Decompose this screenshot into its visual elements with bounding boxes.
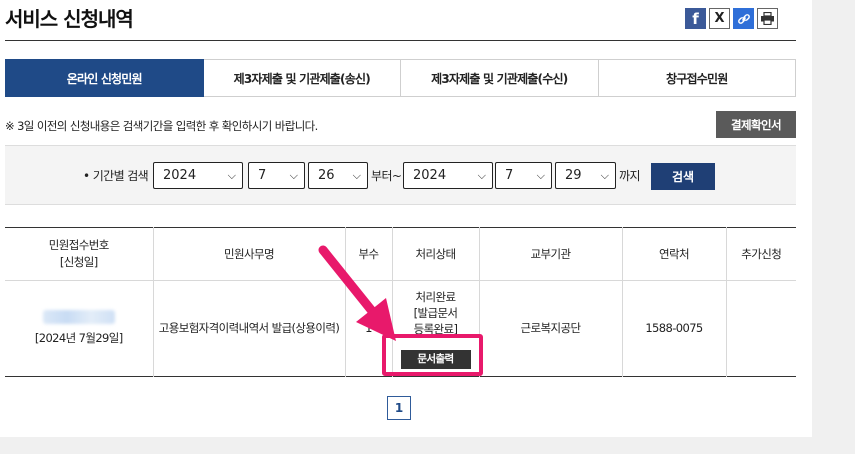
bullet-icon: •	[83, 169, 93, 183]
to-day-value: 29	[565, 168, 582, 183]
tab-bar: 온라인 신청민원 제3자제출 및 기관제출(송신) 제3자제출 및 기관제출(수…	[5, 59, 796, 97]
tab-counter-applications[interactable]: 창구접수민원	[598, 59, 796, 97]
payment-receipt-button[interactable]: 결제확인서	[716, 111, 796, 138]
from-month-select[interactable]: 7 ⌵	[248, 162, 305, 189]
tab-third-party-sent[interactable]: 제3자제출 및 기관제출(송신)	[203, 59, 401, 97]
table-header-row: 민원접수번호 [신청일] 민원사무명 부수 처리상태 교부기관 연락처 추가신청	[5, 227, 796, 281]
header-extra-request: 추가신청	[726, 227, 796, 281]
chevron-down-icon: ⌵	[289, 169, 298, 182]
to-day-select[interactable]: 29 ⌵	[555, 162, 616, 189]
period-search-label-text: 기간별 검색	[92, 169, 149, 183]
status-line2: [발급문서	[413, 306, 458, 320]
receipt-number-cell: [2024년 7월29일]	[5, 280, 154, 377]
period-search-box: • 기간별 검색 2024 ⌵ 7 ⌵ 26 ⌵ 부터~ 2024 ⌵ 7 ⌵ …	[5, 145, 796, 205]
from-month-value: 7	[258, 168, 267, 183]
agency-cell: 근로복지공단	[479, 280, 623, 377]
from-year-value: 2024	[163, 168, 197, 183]
status-line1: 처리완료	[415, 290, 457, 304]
period-search-label: • 기간별 검색	[83, 167, 149, 184]
to-year-select[interactable]: 2024 ⌵	[403, 162, 493, 189]
chevron-down-icon: ⌵	[227, 169, 236, 182]
header-status: 처리상태	[392, 227, 480, 281]
tab-third-party-received[interactable]: 제3자제출 및 기관제출(수신)	[401, 59, 599, 97]
to-year-value: 2024	[413, 168, 447, 183]
header-receipt-number-line1: 민원접수번호	[48, 238, 109, 252]
notice-text: ※ 3일 이전의 신청내용은 검색기간을 입력한 후 확인하시기 바랍니다.	[5, 119, 318, 133]
to-month-select[interactable]: 7 ⌵	[495, 162, 552, 189]
chevron-down-icon: ⌵	[536, 169, 545, 182]
chevron-down-icon: ⌵	[477, 169, 486, 182]
redacted-receipt-number	[42, 310, 115, 324]
title-divider	[5, 40, 796, 41]
page-title: 서비스 신청내역	[5, 7, 134, 31]
application-date: [2024년 7월29일]	[34, 331, 123, 345]
from-day-select[interactable]: 26 ⌵	[308, 162, 368, 189]
header-copies: 부수	[345, 227, 393, 281]
share-toolbar: f X	[685, 8, 778, 29]
link-glyph	[737, 13, 750, 24]
header-contact: 연락처	[622, 227, 727, 281]
print-icon[interactable]	[757, 8, 778, 29]
from-year-select[interactable]: 2024 ⌵	[153, 162, 243, 189]
service-name-cell: 고용보험자격이력내역서 발급(상용이력)	[153, 280, 346, 377]
chevron-down-icon: ⌵	[352, 169, 361, 182]
header-service-name: 민원사무명	[153, 227, 346, 281]
to-month-value: 7	[505, 168, 514, 183]
status-text: 처리완료 [발급문서 등록완료]	[393, 289, 479, 335]
from-suffix: 부터~	[371, 169, 402, 183]
contact-cell: 1588-0075	[622, 280, 727, 377]
pagination-page-1[interactable]: 1	[387, 396, 411, 420]
from-day-value: 26	[318, 168, 335, 183]
tab-online-applications[interactable]: 온라인 신청민원	[5, 59, 204, 97]
search-button[interactable]: 검색	[651, 163, 715, 190]
x-twitter-icon[interactable]: X	[709, 8, 730, 29]
printer-glyph	[761, 12, 774, 25]
header-receipt-number-line2: [신청일]	[59, 255, 98, 269]
to-suffix: 까지	[619, 169, 640, 183]
link-icon[interactable]	[733, 8, 754, 29]
header-agency: 교부기관	[479, 227, 623, 281]
header-receipt-number: 민원접수번호 [신청일]	[5, 227, 154, 281]
highlight-box	[382, 334, 483, 376]
facebook-icon[interactable]: f	[685, 8, 706, 29]
extra-request-cell	[726, 281, 796, 377]
chevron-down-icon: ⌵	[600, 169, 609, 182]
